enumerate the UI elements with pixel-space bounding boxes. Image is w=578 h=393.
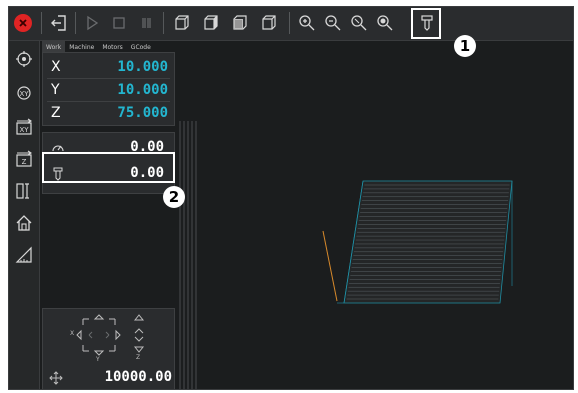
play-button[interactable] xyxy=(79,10,105,36)
jog-x-label: X xyxy=(70,330,75,337)
probe-xy-button[interactable]: XY xyxy=(12,81,36,105)
home-button[interactable] xyxy=(12,211,36,235)
zero-xy-button[interactable]: XY xyxy=(12,115,36,139)
callout-2: 2 xyxy=(163,186,185,208)
axis-label-y: Y xyxy=(51,82,60,98)
close-icon xyxy=(19,19,27,27)
jog-y-label: Y xyxy=(96,356,100,363)
svg-text:Z: Z xyxy=(22,158,27,166)
svg-text:XY: XY xyxy=(19,90,29,98)
callout-1: 1 xyxy=(454,35,476,57)
cube-view-top-button[interactable] xyxy=(227,10,253,36)
zoom-in-icon xyxy=(299,15,315,31)
zoom-fit-button[interactable] xyxy=(346,10,372,36)
probe-xy-icon: XY xyxy=(17,86,31,100)
axis-value-x: 10.000 xyxy=(117,59,168,75)
pause-icon xyxy=(142,18,151,28)
home-icon xyxy=(16,215,32,231)
axis-row-y[interactable]: Y 10.000 xyxy=(47,81,170,102)
exit-button[interactable] xyxy=(46,10,72,36)
axis-row-x[interactable]: X 10.000 xyxy=(47,58,170,79)
cube-front-icon xyxy=(175,15,189,30)
exit-icon xyxy=(51,15,66,31)
stop-button[interactable] xyxy=(106,10,132,36)
zoom-extents-button[interactable] xyxy=(372,10,398,36)
jog-x-plus-icon[interactable] xyxy=(115,329,121,341)
move-icon xyxy=(49,371,63,385)
jog-step-right-icon[interactable] xyxy=(105,331,110,339)
jog-y-minus-icon[interactable] xyxy=(93,350,105,356)
measure-button[interactable] xyxy=(12,243,36,267)
stop-icon xyxy=(113,17,125,29)
cube-top-icon xyxy=(233,15,247,30)
zero-z-button[interactable]: Z xyxy=(12,147,36,171)
axis-label-z: Z xyxy=(51,105,61,121)
jog-diag-ne-icon[interactable] xyxy=(109,318,116,325)
zero-z-icon: Z xyxy=(16,150,32,167)
zoom-fit-icon xyxy=(351,15,367,31)
tab-work[interactable]: Work xyxy=(42,41,66,52)
tab-motors[interactable]: Motors xyxy=(98,41,126,52)
axis-value-z: 75.000 xyxy=(117,105,168,121)
jog-diag-se-icon[interactable] xyxy=(109,345,116,352)
zoom-out-icon xyxy=(325,15,341,31)
zoom-out-button[interactable] xyxy=(320,10,346,36)
toolbar xyxy=(9,7,573,41)
cube-view-left-button[interactable] xyxy=(198,10,224,36)
svg-text:XY: XY xyxy=(19,126,29,134)
axis-readout: X 10.000 Y 10.000 Z 75.000 xyxy=(42,52,175,126)
probe-center-button[interactable] xyxy=(12,47,36,71)
jog-feed-value: 10000.00 xyxy=(104,369,172,385)
zoom-in-button[interactable] xyxy=(294,10,320,36)
axis-row-z[interactable]: Z 75.000 xyxy=(47,104,170,124)
toolpath-viewport[interactable] xyxy=(177,41,573,389)
jog-x-minus-icon[interactable] xyxy=(76,329,82,341)
cube-iso-icon xyxy=(262,15,276,30)
cube-view-iso-button[interactable] xyxy=(256,10,282,36)
zoom-extents-icon xyxy=(377,15,393,31)
app-window: XY XY Z Work Machine Motors GCode X 10.0 xyxy=(8,6,574,390)
tool-value-highlight xyxy=(42,152,175,183)
tool-length-button[interactable] xyxy=(12,179,36,203)
jog-z-step-icon[interactable] xyxy=(134,328,144,342)
axis-value-y: 10.000 xyxy=(117,82,168,98)
jog-y-plus-icon[interactable] xyxy=(93,314,105,320)
axis-label-x: X xyxy=(51,59,61,75)
jog-z-plus-icon[interactable] xyxy=(133,314,145,321)
ruler-triangle-icon xyxy=(15,246,32,263)
probe-center-icon xyxy=(16,51,32,67)
toolpath-canvas xyxy=(179,121,513,389)
tool-button-highlight xyxy=(411,8,441,39)
jog-panel: X Y Z 10000.00 xyxy=(42,308,175,389)
jog-diag-nw-icon[interactable] xyxy=(82,318,89,325)
pause-button[interactable] xyxy=(133,10,159,36)
left-sidebar: XY XY Z xyxy=(9,41,40,389)
panel-tabs: Work Machine Motors GCode xyxy=(42,41,175,52)
cube-view-front-button[interactable] xyxy=(169,10,195,36)
jog-diag-sw-icon[interactable] xyxy=(82,345,89,352)
dro-panel: Work Machine Motors GCode X 10.000 Y 10.… xyxy=(42,41,175,389)
jog-z-label: Z xyxy=(136,354,141,361)
tab-gcode[interactable]: GCode xyxy=(127,41,155,52)
tab-machine[interactable]: Machine xyxy=(65,41,98,52)
jog-step-left-icon[interactable] xyxy=(88,331,93,339)
zero-xy-icon: XY xyxy=(16,118,32,135)
tool-length-icon xyxy=(16,183,29,199)
cube-left-icon xyxy=(204,15,218,30)
jog-z-minus-icon[interactable] xyxy=(133,346,145,353)
play-icon xyxy=(87,15,99,31)
close-button[interactable] xyxy=(14,14,32,32)
